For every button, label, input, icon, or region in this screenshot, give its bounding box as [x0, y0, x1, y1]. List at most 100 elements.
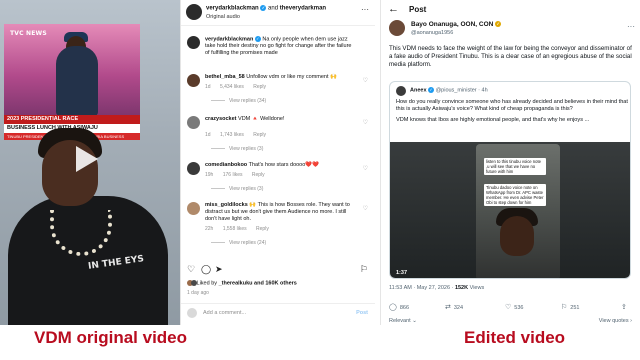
post-meta: 11:53 AM · May 27, 2026 · 152K Views: [389, 285, 484, 291]
view-quotes-link[interactable]: View quotes ›: [599, 318, 632, 324]
quote-paragraph: VDM knows that Ibos are highly emotional…: [396, 117, 590, 124]
comment-text: bethel_mba_58 Unfollow vdm or like my co…: [205, 74, 355, 81]
like-heart-icon[interactable]: ♡: [363, 77, 368, 84]
comment-likes[interactable]: 1,558 likes: [223, 226, 247, 232]
caption-original-video: VDM original video: [34, 328, 188, 347]
edited-video-thumbnail[interactable]: listen to this tinubu voice note ,u will…: [390, 142, 630, 278]
tv-figure-body: [56, 46, 98, 116]
view-replies-button[interactable]: View replies (34): [211, 98, 266, 104]
avatar[interactable]: [389, 20, 405, 36]
comment-user[interactable]: miss_goldilocks: [205, 202, 248, 208]
post-timestamp[interactable]: 11:53 AM · May 27, 2026 ·: [389, 285, 453, 291]
repost-count: 324: [453, 305, 464, 311]
verified-icon: ✓: [495, 21, 502, 28]
sort-relevant-dropdown[interactable]: Relevant ⌄: [389, 318, 417, 324]
liked-by[interactable]: Liked by _therealkuku and 160K others: [187, 280, 297, 286]
more-options-icon[interactable]: ···: [627, 22, 635, 31]
liked-by-user[interactable]: _therealkuku: [219, 280, 253, 286]
like-heart-icon[interactable]: ♡: [363, 205, 368, 212]
author-handle[interactable]: @aonanuga1956: [411, 30, 453, 36]
avatar[interactable]: [187, 162, 200, 175]
comment-user[interactable]: verydarkblackman: [205, 36, 253, 42]
comment-user[interactable]: bethel_mba_58: [205, 74, 245, 80]
verified-icon: ✓: [260, 5, 267, 11]
avatar[interactable]: [187, 116, 200, 129]
comment-meta: 19h 176 likes Reply: [205, 172, 273, 178]
comment-time: 22h: [205, 226, 214, 232]
header-handle-2[interactable]: theverydarkman: [280, 6, 326, 12]
original-audio[interactable]: Original audio: [206, 14, 240, 20]
comment-text: miss_goldilocks 🙌 This is how Bosses rol…: [205, 202, 355, 223]
comment-time: 1d: [205, 84, 211, 90]
like-heart-icon[interactable]: ♡: [363, 165, 368, 172]
comment-user[interactable]: comedianbokoo: [205, 162, 247, 168]
author-name[interactable]: Bayo Onanuga, OON, CON ✓: [411, 21, 502, 28]
quote-text: How do you really convince someone who h…: [396, 99, 628, 129]
comment-likes[interactable]: 176 likes: [223, 172, 243, 178]
add-comment-bar: Add a comment... Post: [181, 303, 375, 321]
post-views-count: 152K: [454, 285, 469, 291]
add-comment-input[interactable]: Add a comment...: [203, 310, 246, 316]
bookmark-button[interactable]: ⚐ 251: [561, 303, 579, 311]
original-video[interactable]: TVC NEWS 2023 PRESIDENTIAL RACE BUSINESS…: [0, 0, 180, 325]
video-frame: listen to this tinubu voice note ,u will…: [476, 144, 560, 278]
reply-button[interactable]: Reply: [252, 172, 265, 178]
repost-icon: ⇄: [445, 304, 451, 311]
page-title: Post: [409, 5, 427, 14]
heart-icon[interactable]: ♡: [187, 264, 195, 275]
post-text: This VDM needs to face the weight of the…: [389, 45, 632, 68]
back-arrow-icon[interactable]: ←: [388, 3, 399, 15]
share-icon[interactable]: ➤: [215, 264, 223, 275]
header-handles[interactable]: verydarkblackman ✓ and theverydarkman: [206, 5, 326, 12]
comment-user[interactable]: crazysocket: [205, 116, 237, 122]
avatar[interactable]: [187, 36, 200, 49]
verified-icon: ✓: [428, 87, 435, 93]
view-replies-button[interactable]: View replies (24): [211, 240, 266, 246]
quoted-post[interactable]: Aneex ✓ @pious_minister · 4h How do you …: [389, 81, 631, 279]
avatar: [187, 308, 197, 318]
author-name-text[interactable]: Bayo Onanuga, OON, CON: [411, 21, 493, 28]
reel-actions: ♡ ◯ ➤ ⚐: [181, 264, 375, 278]
share-button[interactable]: ⇪: [621, 303, 630, 311]
tv-lower-third-headline: 2023 PRESIDENTIAL RACE: [4, 115, 140, 124]
more-options-icon[interactable]: ···: [361, 5, 369, 14]
reply-count: 866: [399, 305, 410, 311]
post-comment-button[interactable]: Post: [356, 310, 368, 316]
post-age: 1 day ago: [187, 290, 209, 296]
speaker-head: [500, 216, 534, 256]
comment-body: Unfollow vdm or like my comment 🙌: [246, 74, 337, 80]
bookmark-icon[interactable]: ⚐: [360, 264, 368, 275]
reply-button[interactable]: ◯ 866: [389, 303, 409, 311]
avatar[interactable]: [187, 202, 200, 215]
avatar[interactable]: [187, 74, 200, 87]
reply-button[interactable]: Reply: [253, 132, 266, 138]
post-actions: ◯ 866 ⇄ 324 ♡ 536 ⚐ 251 ⇪: [389, 303, 635, 313]
quote-author: Aneex ✓ @pious_minister · 4h: [410, 87, 488, 94]
video-caption: Tinubu dadoo voice note on WhatsApp from…: [484, 184, 546, 206]
comment-text: crazysocket VDM 🔺 Welldone!: [205, 116, 355, 123]
like-heart-icon[interactable]: ♡: [363, 119, 368, 126]
quote-time: 4h: [481, 87, 488, 94]
avatar[interactable]: [186, 4, 202, 20]
comment-icon[interactable]: ◯: [201, 264, 211, 275]
like-button[interactable]: ♡ 536: [505, 303, 523, 311]
quote-paragraph: How do you really convince someone who h…: [396, 99, 628, 113]
comment-likes[interactable]: 1,743 likes: [220, 132, 244, 138]
reply-button[interactable]: Reply: [256, 226, 269, 232]
caption-edited-video: Edited video: [464, 328, 566, 347]
liked-by-prefix: Liked by: [196, 280, 218, 287]
comment-meta: 1d 5,434 likes Reply: [205, 84, 274, 90]
view-replies-button[interactable]: View replies (3): [211, 146, 263, 152]
view-replies-button[interactable]: View replies (3): [211, 186, 263, 192]
header-handle-1[interactable]: verydarkblackman: [206, 6, 259, 12]
liked-by-suffix[interactable]: and 160K others: [254, 280, 297, 286]
comment-likes[interactable]: 5,434 likes: [220, 84, 244, 90]
comment-meta: 1d 1,743 likes Reply: [205, 132, 274, 138]
comment-meta: 22h 1,558 likes Reply: [205, 226, 277, 232]
play-icon[interactable]: [76, 146, 98, 172]
comment-body: VDM 🔺 Welldone!: [238, 116, 285, 122]
reply-button[interactable]: Reply: [253, 84, 266, 90]
repost-button[interactable]: ⇄ 324: [445, 303, 463, 311]
post-author: Bayo Onanuga, OON, CON ✓ @aonanuga1956 ·…: [389, 20, 639, 42]
post-views-label: Views: [469, 285, 485, 291]
